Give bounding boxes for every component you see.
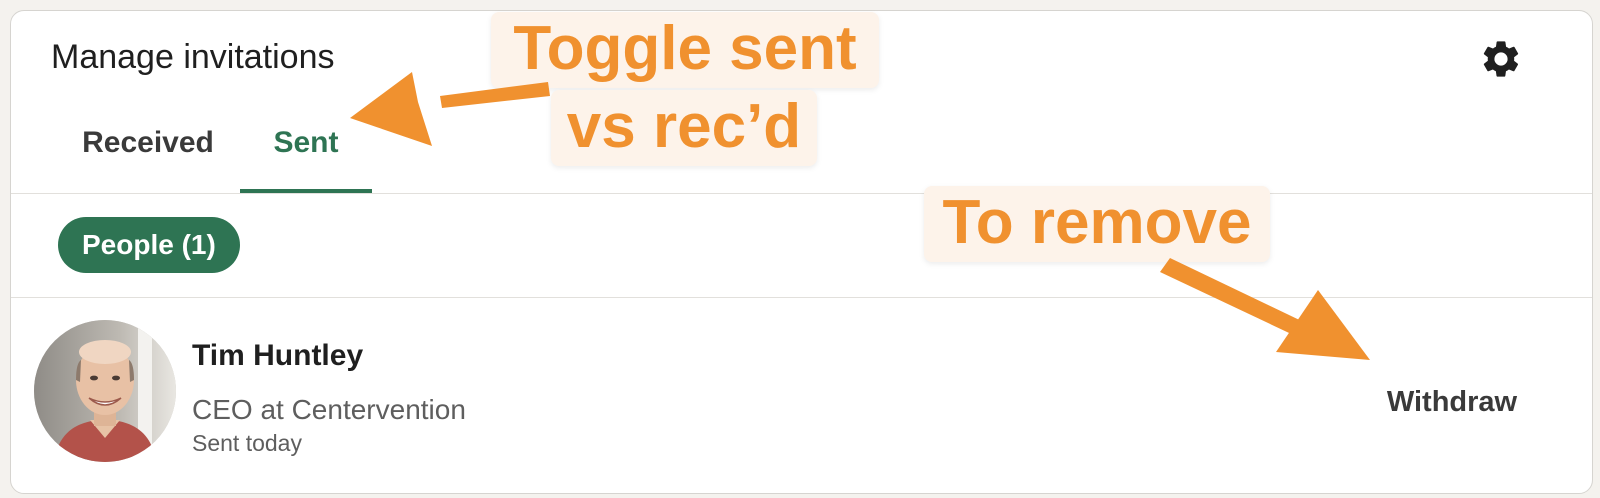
profile-photo[interactable] (34, 320, 176, 462)
tab-sent[interactable]: Sent (240, 111, 372, 193)
filter-bar: People (1) (11, 194, 1592, 298)
gear-icon[interactable] (1479, 37, 1523, 81)
page-title: Manage invitations (51, 38, 335, 76)
people-filter-pill[interactable]: People (1) (58, 217, 240, 273)
annotation-toggle-line1: Toggle sent (491, 12, 879, 88)
withdraw-button[interactable]: Withdraw (1367, 380, 1537, 424)
invitee-name[interactable]: Tim Huntley (192, 338, 363, 374)
invitee-headline: CEO at Centervention (192, 394, 466, 425)
invitation-row: Tim Huntley CEO at Centervention Sent to… (11, 298, 1592, 493)
sent-timestamp: Sent today (192, 430, 302, 456)
annotation-toggle-line2: vs rec’d (551, 90, 817, 166)
annotation-remove: To remove (924, 186, 1270, 262)
tab-received[interactable]: Received (63, 111, 233, 193)
